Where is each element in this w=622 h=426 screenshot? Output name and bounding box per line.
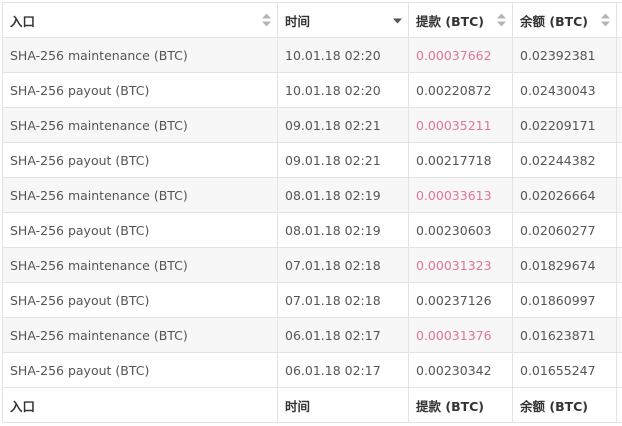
cell-time: 10.01.18 02:20 [277, 72, 409, 108]
cell-entry: SHA-256 payout (BTC) [2, 72, 278, 108]
cell-extra [616, 212, 622, 248]
sort-both-icon[interactable] [497, 13, 506, 27]
table-header: 入口 时间 提款 (BTC) 余额 (BTC) [2, 2, 622, 38]
cell-balance: 0.02026664 [512, 177, 617, 213]
cell-time: 10.01.18 02:20 [277, 37, 409, 73]
cell-withdraw: 0.00217718 [408, 142, 513, 178]
cell-extra [616, 352, 622, 388]
column-header-extra [616, 2, 622, 38]
cell-time: 08.01.18 02:19 [277, 212, 409, 248]
cell-withdraw: 0.00220872 [408, 72, 513, 108]
cell-withdraw: 0.00230603 [408, 212, 513, 248]
cell-withdraw: 0.00031323 [408, 247, 513, 283]
table-row[interactable]: SHA-256 payout (BTC) 07.01.18 02:18 0.0023… [2, 282, 622, 318]
column-header-balance[interactable]: 余额 (BTC) [512, 2, 617, 38]
sort-desc-icon[interactable] [393, 14, 402, 27]
column-header-entry[interactable]: 入口 [2, 2, 278, 38]
cell-entry: SHA-256 payout (BTC) [2, 352, 278, 388]
cell-extra [616, 317, 622, 353]
cell-withdraw: 0.00031376 [408, 317, 513, 353]
cell-time: 06.01.18 02:17 [277, 317, 409, 353]
table-row[interactable]: SHA-256 payout (BTC) 08.01.18 02:19 0.0023… [2, 212, 622, 248]
cell-withdraw: 0.00033613 [408, 177, 513, 213]
cell-balance: 0.02209171 [512, 107, 617, 143]
cell-extra [616, 282, 622, 318]
cell-time: 09.01.18 02:21 [277, 107, 409, 143]
cell-balance: 0.02244382 [512, 142, 617, 178]
cell-balance: 0.01829674 [512, 247, 617, 283]
transactions-table-container: 入口 时间 提款 (BTC) 余额 (BTC) SHA-256 maintena… [2, 2, 622, 423]
cell-withdraw: 0.00037662 [408, 37, 513, 73]
table-row[interactable]: SHA-256 payout (BTC) 09.01.18 02:21 0.0021… [2, 142, 622, 178]
cell-extra [616, 37, 622, 73]
footer-time: 时间 [277, 387, 409, 423]
cell-balance: 0.02060277 [512, 212, 617, 248]
cell-time: 07.01.18 02:18 [277, 247, 409, 283]
table-body: SHA-256 maintenance (BTC) 10.01.18 02:20 0… [2, 37, 622, 388]
sort-both-icon[interactable] [601, 13, 610, 27]
cell-balance: 0.02430043 [512, 72, 617, 108]
footer-balance: 余额 (BTC) [512, 387, 617, 423]
column-header-withdraw[interactable]: 提款 (BTC) [408, 2, 513, 38]
sort-both-icon[interactable] [262, 13, 271, 27]
table-row[interactable]: SHA-256 maintenance (BTC) 09.01.18 02:21 0… [2, 107, 622, 143]
cell-entry: SHA-256 maintenance (BTC) [2, 107, 278, 143]
footer-row: 入口 时间 提款 (BTC) 余额 (BTC) [2, 387, 622, 423]
column-header-label: 时间 [285, 13, 311, 29]
cell-entry: SHA-256 maintenance (BTC) [2, 37, 278, 73]
transactions-table: 入口 时间 提款 (BTC) 余额 (BTC) SHA-256 maintena… [2, 2, 622, 423]
table-row[interactable]: SHA-256 maintenance (BTC) 10.01.18 02:20 0… [2, 37, 622, 73]
cell-withdraw: 0.00035211 [408, 107, 513, 143]
cell-extra [616, 177, 622, 213]
table-row[interactable]: SHA-256 payout (BTC) 10.01.18 02:20 0.0022… [2, 72, 622, 108]
cell-time: 07.01.18 02:18 [277, 282, 409, 318]
cell-entry: SHA-256 payout (BTC) [2, 142, 278, 178]
footer-extra [616, 387, 622, 423]
column-header-label: 提款 (BTC) [416, 13, 485, 29]
table-row[interactable]: SHA-256 maintenance (BTC) 06.01.18 02:17 0… [2, 317, 622, 353]
cell-entry: SHA-256 payout (BTC) [2, 212, 278, 248]
header-row: 入口 时间 提款 (BTC) 余额 (BTC) [2, 2, 622, 38]
cell-time: 06.01.18 02:17 [277, 352, 409, 388]
cell-entry: SHA-256 maintenance (BTC) [2, 247, 278, 283]
cell-balance: 0.02392381 [512, 37, 617, 73]
cell-balance: 0.01655247 [512, 352, 617, 388]
cell-time: 09.01.18 02:21 [277, 142, 409, 178]
table-footer: 入口 时间 提款 (BTC) 余额 (BTC) [2, 387, 622, 423]
cell-entry: SHA-256 maintenance (BTC) [2, 177, 278, 213]
cell-extra [616, 247, 622, 283]
table-row[interactable]: SHA-256 maintenance (BTC) 07.01.18 02:18 0… [2, 247, 622, 283]
cell-withdraw: 0.00230342 [408, 352, 513, 388]
cell-extra [616, 142, 622, 178]
column-header-time[interactable]: 时间 [277, 2, 409, 38]
cell-time: 08.01.18 02:19 [277, 177, 409, 213]
footer-entry: 入口 [2, 387, 278, 423]
cell-entry: SHA-256 payout (BTC) [2, 282, 278, 318]
table-row[interactable]: SHA-256 maintenance (BTC) 08.01.18 02:19 0… [2, 177, 622, 213]
column-header-label: 余额 (BTC) [520, 13, 589, 29]
footer-withdraw: 提款 (BTC) [408, 387, 513, 423]
cell-extra [616, 72, 622, 108]
cell-entry: SHA-256 maintenance (BTC) [2, 317, 278, 353]
column-header-label: 入口 [10, 13, 36, 29]
cell-balance: 0.01860997 [512, 282, 617, 318]
table-row[interactable]: SHA-256 payout (BTC) 06.01.18 02:17 0.0023… [2, 352, 622, 388]
cell-extra [616, 107, 622, 143]
cell-balance: 0.01623871 [512, 317, 617, 353]
cell-withdraw: 0.00237126 [408, 282, 513, 318]
